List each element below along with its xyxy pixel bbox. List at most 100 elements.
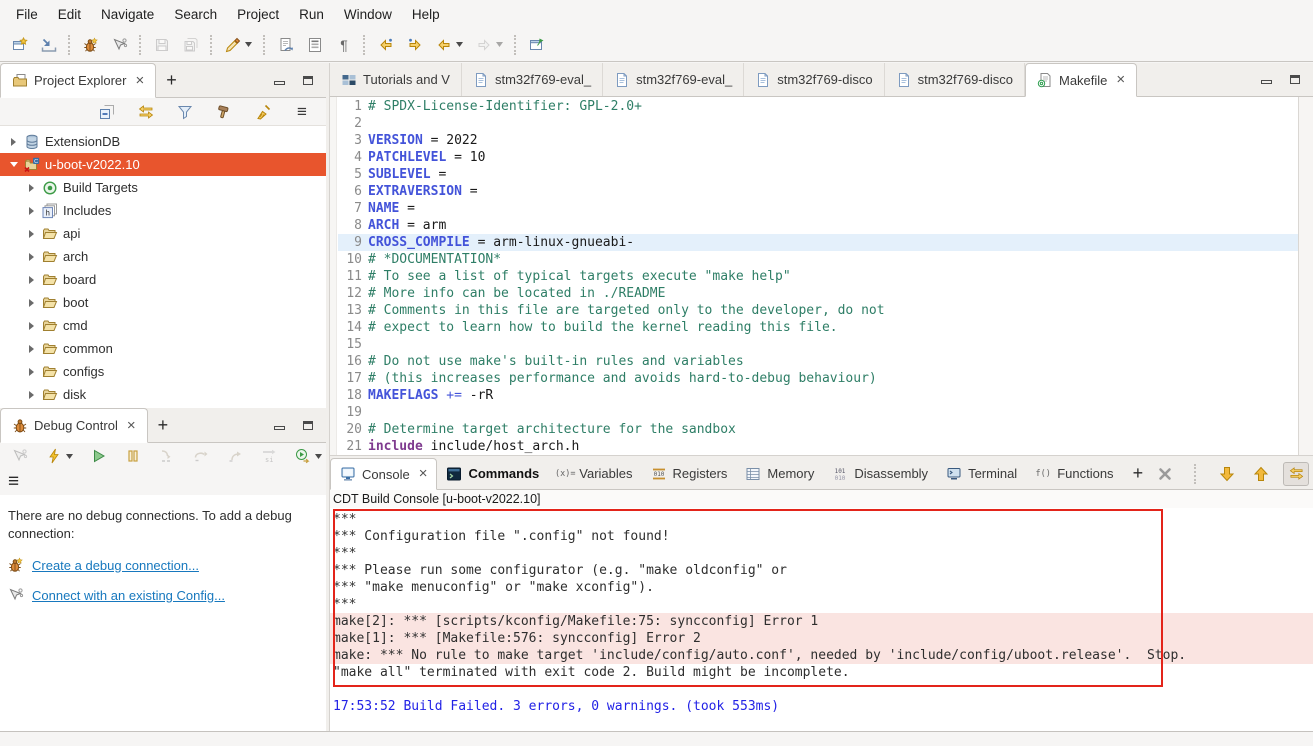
expand-arrow-icon[interactable] (26, 368, 37, 376)
minimize-button[interactable] (1261, 72, 1272, 87)
editor-content[interactable]: 1# SPDX-License-Identifier: GPL-2.0+23VE… (330, 97, 1313, 455)
menu-file[interactable]: File (6, 2, 48, 27)
flash-button[interactable] (42, 445, 77, 467)
new-view-button[interactable]: + (156, 63, 187, 97)
dropdown-arrow-icon[interactable] (315, 454, 322, 459)
show-whitespace-button[interactable]: ¶ (332, 34, 356, 56)
menu-edit[interactable]: Edit (48, 2, 91, 27)
menu-navigate[interactable]: Navigate (91, 2, 164, 27)
console-tab-registers[interactable]: 010Registers (642, 458, 737, 489)
dropdown-arrow-icon[interactable] (66, 454, 73, 459)
console-tab-commands[interactable]: Commands (437, 458, 548, 489)
expand-arrow-icon[interactable] (8, 138, 19, 146)
restart-button[interactable] (291, 445, 326, 467)
back-button[interactable] (432, 34, 467, 56)
tree-item-api[interactable]: api (0, 222, 326, 245)
editor-tab-stm32f769-eval_[interactable]: stm32f769-eval_ (603, 63, 744, 96)
step-return-button[interactable] (223, 445, 247, 467)
minimize-button[interactable] (274, 73, 285, 88)
console-tab-terminal[interactable]: Terminal (937, 458, 1026, 489)
tree-item-boot[interactable]: boot (0, 291, 326, 314)
tree-item-disk[interactable]: disk (0, 383, 326, 406)
console-tab-functions[interactable]: f()Functions (1026, 458, 1122, 489)
expand-arrow-icon[interactable] (26, 207, 37, 215)
close-icon[interactable]: × (127, 420, 136, 432)
expand-arrow-icon[interactable] (26, 276, 37, 284)
new-debug-button[interactable] (79, 34, 103, 56)
marker-pen-button[interactable] (221, 34, 256, 56)
menu-run[interactable]: Run (289, 2, 334, 27)
import-button[interactable] (37, 34, 61, 56)
tab-debug-control[interactable]: Debug Control × (0, 408, 148, 443)
save-button[interactable] (150, 34, 174, 56)
show-error-in-editor-button[interactable] (1283, 462, 1309, 486)
suspend-button[interactable] (121, 445, 145, 467)
debug-link-label[interactable]: Create a debug connection... (32, 558, 199, 573)
tree-item-extensiondb[interactable]: ExtensionDB (0, 130, 326, 153)
link-create-a-debug-connection...[interactable]: Create a debug connection... (8, 557, 318, 573)
next-error-button[interactable] (1215, 463, 1239, 485)
expand-arrow-icon[interactable] (26, 184, 37, 192)
tree-item-configs[interactable]: configs (0, 360, 326, 383)
resume-button[interactable] (87, 445, 111, 467)
tree-item-common[interactable]: common (0, 337, 326, 360)
pin-editor-button[interactable] (525, 34, 549, 56)
dropdown-arrow-icon[interactable] (245, 42, 252, 47)
overview-ruler[interactable] (1298, 97, 1313, 455)
menu-search[interactable]: Search (164, 2, 227, 27)
save-all-button[interactable] (179, 34, 203, 56)
menu-project[interactable]: Project (227, 2, 289, 27)
tab-project-explorer[interactable]: Project Explorer × (0, 63, 156, 98)
expand-arrow-icon[interactable] (26, 253, 37, 261)
new-view-button[interactable]: + (148, 408, 179, 442)
expand-arrow-icon[interactable] (26, 299, 37, 307)
editor-tab-tutorials-and-v[interactable]: Tutorials and V (330, 63, 462, 96)
step-over-button[interactable] (189, 445, 213, 467)
view-menu-button[interactable]: ≡ (290, 101, 314, 123)
close-icon[interactable]: × (419, 468, 428, 480)
expand-arrow-icon[interactable] (26, 345, 37, 353)
collapse-all-button[interactable] (95, 101, 119, 123)
tree-item-u-boot-v2022.10[interactable]: Cu-boot-v2022.10 (0, 153, 326, 176)
connect-target-button[interactable] (8, 445, 32, 467)
console-tab-console[interactable]: Console× (330, 458, 437, 490)
link-connect-with-an-existing-config...[interactable]: Connect with an existing Config... (8, 587, 318, 603)
dropdown-arrow-icon[interactable] (496, 42, 503, 47)
connect-target-button[interactable] (108, 34, 132, 56)
filter-button[interactable] (173, 101, 197, 123)
clean-button[interactable] (251, 101, 275, 123)
console-tab-variables[interactable]: (x)=Variables (548, 458, 641, 489)
tree-item-arch[interactable]: arch (0, 245, 326, 268)
console-output[interactable]: ****** Configuration file ".config" not … (330, 508, 1313, 731)
build-button[interactable] (212, 101, 236, 123)
editor-tab-stm32f769-disco[interactable]: stm32f769-disco (885, 63, 1025, 96)
previous-error-button[interactable] (1249, 463, 1273, 485)
editor-tab-stm32f769-disco[interactable]: stm32f769-disco (744, 63, 884, 96)
maximize-button[interactable] (1290, 72, 1300, 87)
editor-tab-stm32f769-eval_[interactable]: stm32f769-eval_ (462, 63, 603, 96)
step-into-button[interactable] (155, 445, 179, 467)
clear-console-button[interactable] (1153, 463, 1177, 485)
view-menu-icon[interactable]: ≡ (8, 474, 19, 490)
menu-help[interactable]: Help (402, 2, 450, 27)
open-outline-button[interactable] (303, 34, 327, 56)
maximize-button[interactable] (303, 73, 313, 88)
close-icon[interactable]: × (135, 75, 144, 87)
collapse-arrow-icon[interactable] (8, 162, 19, 167)
console-tab-memory[interactable]: Memory (736, 458, 823, 489)
back-annotation-button[interactable] (374, 34, 398, 56)
menu-window[interactable]: Window (334, 2, 402, 27)
tree-item-cmd[interactable]: cmd (0, 314, 326, 337)
project-tree[interactable]: ExtensionDBCu-boot-v2022.10Build Targets… (0, 126, 326, 408)
tree-item-build-targets[interactable]: Build Targets (0, 176, 326, 199)
new-view-button[interactable]: + (1123, 458, 1154, 489)
maximize-button[interactable] (303, 418, 313, 433)
tree-item-board[interactable]: board (0, 268, 326, 291)
tree-item-includes[interactable]: hIncludes (0, 199, 326, 222)
expand-arrow-icon[interactable] (26, 230, 37, 238)
build-file-button[interactable] (274, 34, 298, 56)
close-icon[interactable]: × (1116, 74, 1125, 86)
minimize-button[interactable] (274, 418, 285, 433)
new-window-button[interactable] (8, 34, 32, 56)
forward-button[interactable] (472, 34, 507, 56)
